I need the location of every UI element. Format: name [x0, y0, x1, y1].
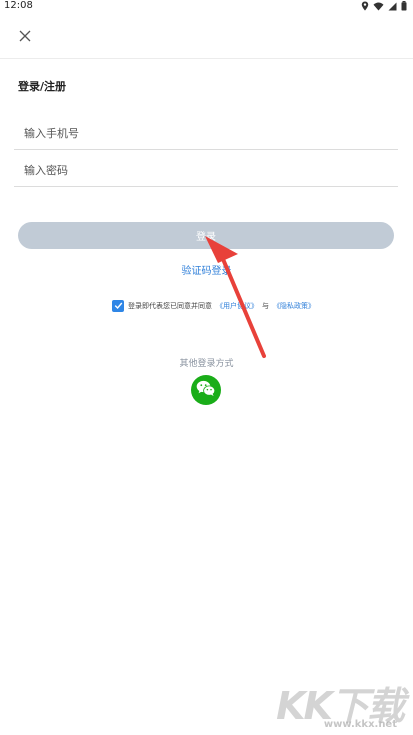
- wechat-login-button[interactable]: [191, 375, 221, 405]
- wechat-icon: [196, 380, 216, 401]
- status-bar: 12:08: [0, 0, 413, 14]
- login-button[interactable]: 登录: [18, 222, 394, 249]
- status-time: 12:08: [4, 0, 33, 11]
- close-button[interactable]: [16, 27, 34, 45]
- sms-login-link[interactable]: 验证码登录: [0, 262, 413, 277]
- status-icons: [361, 1, 407, 11]
- privacy-policy-link[interactable]: 《隐私政策》: [273, 301, 315, 311]
- header-divider: [0, 58, 413, 59]
- agreement-conjunction: 与: [262, 302, 269, 310]
- wifi-icon: [373, 1, 384, 11]
- close-icon: [19, 27, 31, 46]
- page-title: 登录/注册: [18, 80, 67, 93]
- agreement-checkbox[interactable]: [112, 300, 124, 312]
- password-field: [14, 151, 398, 187]
- password-input[interactable]: [24, 159, 384, 181]
- watermark: KK下载 www.kkx.net: [275, 675, 405, 735]
- agreement-text: 登录即代表您已同意并同意: [128, 302, 212, 310]
- phone-field: [14, 114, 398, 150]
- user-agreement-link[interactable]: 《用户协议》: [216, 301, 258, 311]
- battery-icon: [401, 1, 407, 11]
- agreement-row: 登录即代表您已同意并同意 《用户协议》 与 《隐私政策》: [112, 299, 315, 313]
- location-icon: [361, 1, 369, 11]
- checkmark-icon: [114, 301, 123, 312]
- other-methods-title: 其他登录方式: [179, 359, 234, 369]
- signal-icon: [388, 2, 397, 11]
- watermark-url: www.kkx.net: [323, 719, 397, 730]
- phone-input[interactable]: [24, 122, 384, 144]
